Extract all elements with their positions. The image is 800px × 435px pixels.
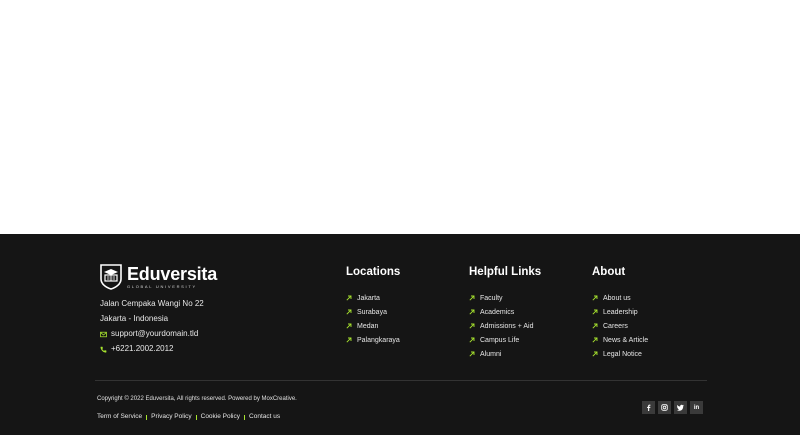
arrow-up-right-icon	[592, 295, 598, 301]
link-label: Academics	[480, 308, 515, 316]
phone-icon	[100, 346, 107, 353]
link-label: News & Article	[603, 336, 649, 344]
instagram-button[interactable]	[658, 401, 671, 414]
link-label: Faculty	[480, 294, 503, 302]
about-link-careers[interactable]: Careers	[592, 319, 648, 333]
phone-text: +6221.2002.2012	[111, 344, 174, 353]
facebook-button[interactable]	[642, 401, 655, 414]
university-crest-icon	[100, 264, 122, 290]
logo-text: Eduversita GLOBAL UNIVERSITY	[127, 265, 217, 290]
location-link-palangkaraya[interactable]: Palangkaraya	[346, 333, 400, 347]
location-link-jakarta[interactable]: Jakarta	[346, 291, 400, 305]
helpful-link-faculty[interactable]: Faculty	[469, 291, 541, 305]
site-footer: Eduversita GLOBAL UNIVERSITY Jalan Cempa…	[0, 234, 800, 435]
arrow-up-right-icon	[592, 323, 598, 329]
helpful-link-campus-life[interactable]: Campus Life	[469, 333, 541, 347]
page-content-area	[0, 0, 800, 234]
link-label: Legal Notice	[603, 350, 642, 358]
arrow-up-right-icon	[592, 351, 598, 357]
twitter-icon	[677, 404, 684, 411]
arrow-up-right-icon	[346, 309, 352, 315]
linkedin-button[interactable]: in	[690, 401, 703, 414]
legal-link-cookie[interactable]: Cookie Policy	[201, 413, 240, 421]
email-contact[interactable]: support@yourdomain.tld	[100, 329, 198, 339]
about-link-leadership[interactable]: Leadership	[592, 305, 648, 319]
link-label: Jakarta	[357, 294, 380, 302]
arrow-up-right-icon	[346, 295, 352, 301]
location-link-surabaya[interactable]: Surabaya	[346, 305, 400, 319]
arrow-up-right-icon	[346, 323, 352, 329]
location-link-medan[interactable]: Medan	[346, 319, 400, 333]
legal-separator	[195, 414, 197, 420]
twitter-button[interactable]	[674, 401, 687, 414]
envelope-icon	[100, 331, 107, 337]
about-list: About us Leadership Careers News & Artic…	[592, 291, 648, 361]
link-label: Campus Life	[480, 336, 520, 344]
about-column: About About us Leadership Careers News &…	[592, 266, 648, 361]
helpful-links-column: Helpful Links Faculty Academics Admissio…	[469, 266, 541, 361]
phone-contact[interactable]: +6221.2002.2012	[100, 344, 174, 354]
legal-links: Term of Service Privacy Policy Cookie Po…	[97, 413, 280, 421]
link-label: Palangkaraya	[357, 336, 400, 344]
link-label: Alumni	[480, 350, 502, 358]
brand-tagline: GLOBAL UNIVERSITY	[127, 283, 197, 289]
link-label: Medan	[357, 322, 379, 330]
copyright-text: Copyright © 2022 Eduversita, All rights …	[97, 396, 297, 402]
about-link-legal-notice[interactable]: Legal Notice	[592, 347, 648, 361]
legal-separator	[146, 414, 148, 420]
footer-divider	[95, 380, 707, 381]
link-label: Admissions + Aid	[480, 322, 534, 330]
email-text: support@yourdomain.tld	[111, 329, 199, 338]
locations-heading: Locations	[346, 266, 401, 278]
instagram-icon	[661, 404, 668, 411]
about-link-news-article[interactable]: News & Article	[592, 333, 648, 347]
about-link-about-us[interactable]: About us	[592, 291, 648, 305]
about-heading: About	[592, 266, 626, 278]
link-label: Careers	[603, 322, 628, 330]
legal-link-contact[interactable]: Contact us	[249, 413, 280, 421]
logo[interactable]: Eduversita GLOBAL UNIVERSITY	[100, 264, 320, 290]
helpful-links-list: Faculty Academics Admissions + Aid Campu…	[469, 291, 541, 361]
arrow-up-right-icon	[469, 351, 475, 357]
helpful-link-admissions[interactable]: Admissions + Aid	[469, 319, 541, 333]
brand-name: Eduversita	[127, 263, 218, 284]
helpful-link-alumni[interactable]: Alumni	[469, 347, 541, 361]
link-label: About us	[603, 294, 631, 302]
link-label: Surabaya	[357, 308, 387, 316]
helpful-links-heading: Helpful Links	[469, 266, 542, 278]
legal-separator	[244, 414, 246, 420]
address-line-1: Jalan Cempaka Wangi No 22	[100, 299, 204, 308]
address-line-2: Jakarta - Indonesia	[100, 314, 169, 323]
locations-list: Jakarta Surabaya Medan Palangkaraya	[346, 291, 400, 347]
locations-column: Locations Jakarta Surabaya Medan Palangk…	[346, 266, 400, 347]
linkedin-icon: in	[693, 404, 700, 411]
facebook-icon	[647, 404, 651, 411]
footer-brand: Eduversita GLOBAL UNIVERSITY Jalan Cempa…	[100, 264, 320, 353]
legal-link-terms[interactable]: Term of Service	[97, 413, 142, 421]
arrow-up-right-icon	[469, 309, 475, 315]
arrow-up-right-icon	[592, 309, 598, 315]
arrow-up-right-icon	[469, 337, 475, 343]
arrow-up-right-icon	[469, 323, 475, 329]
social-links: in	[642, 401, 706, 414]
link-label: Leadership	[603, 308, 638, 316]
helpful-link-academics[interactable]: Academics	[469, 305, 541, 319]
arrow-up-right-icon	[469, 295, 475, 301]
arrow-up-right-icon	[592, 337, 598, 343]
arrow-up-right-icon	[346, 337, 352, 343]
legal-link-privacy[interactable]: Privacy Policy	[151, 413, 191, 421]
